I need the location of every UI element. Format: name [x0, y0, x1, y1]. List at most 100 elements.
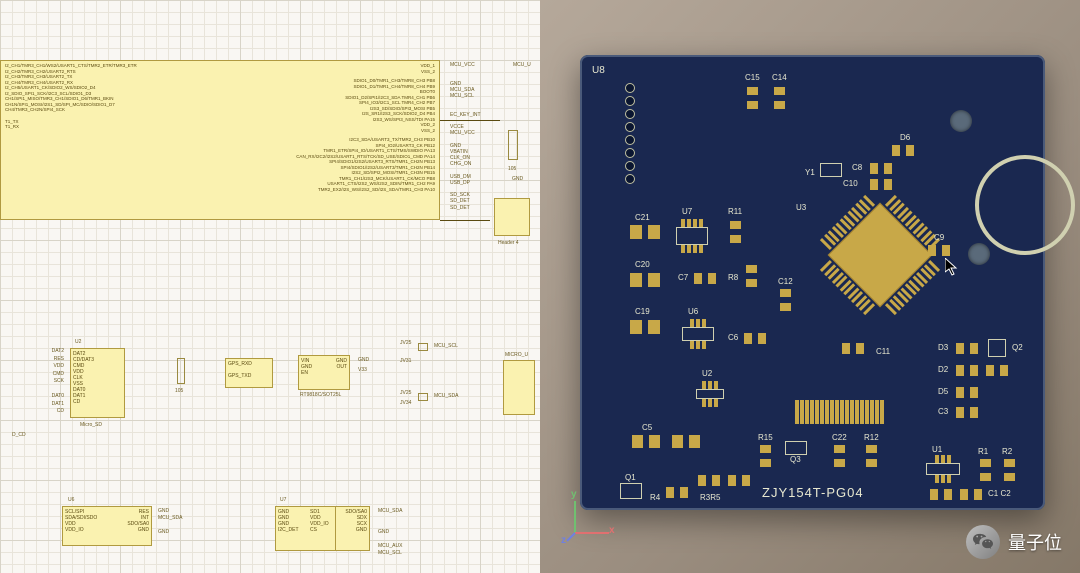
- axis-gizmo: y x z: [565, 493, 615, 543]
- schematic-sd-block[interactable]: DAT2 CD/DAT3 CMD VDD CLK VSS DAT0 DAT1 C…: [70, 348, 125, 418]
- schematic-cap-mid[interactable]: [177, 358, 185, 384]
- cap-mid-val: 105: [175, 388, 183, 394]
- schematic-u4-block[interactable]: GPS_RXD GPS_TXD: [225, 358, 273, 388]
- pcb-board[interactable]: U8 C15 C14 D6 Y1 C8 C10 C21 C20 C19: [580, 55, 1045, 510]
- schematic-mcu-block[interactable]: I2_CH1/TMR3_CH1/WS2/USART1_CTS/TMR2_ETR/…: [0, 60, 440, 220]
- silk-r1: R1: [978, 447, 988, 456]
- silk-d6: D6: [900, 133, 910, 142]
- silk-q1: Q1: [625, 473, 636, 482]
- sd-nets: DAT2 RES VDD CMD SCK DAT0 DAT1 CD: [24, 348, 64, 416]
- u3-net-gnd: GND: [358, 357, 369, 363]
- footprint-u7: [676, 219, 708, 253]
- pad-array-left: [625, 83, 635, 184]
- footprint-c19: [630, 320, 660, 334]
- footprint-r15: [760, 445, 771, 467]
- schematic-r-jv34[interactable]: [418, 393, 428, 401]
- silk-c19: C19: [635, 307, 650, 316]
- silk-c21: C21: [635, 213, 650, 222]
- silk-c15: C15: [745, 73, 760, 82]
- mcu-left-pins: I2_CH1/TMR3_CH1/WS2/USART1_CTS/TMR2_ETR/…: [5, 63, 220, 217]
- footprint-r8: [746, 265, 757, 287]
- footprint-c8: [870, 163, 892, 174]
- footprint-q2: [988, 339, 1006, 357]
- footprint-r1: [980, 459, 991, 481]
- footprint-d2b: [986, 365, 1008, 376]
- schematic-microusb-block[interactable]: [503, 360, 535, 415]
- board-ref: U8: [592, 65, 605, 76]
- footprint-c20: [630, 273, 660, 287]
- schematic-u3-block[interactable]: VIN GND EN GND OUT: [298, 355, 350, 390]
- footprint-c12: [780, 289, 791, 311]
- footprint-u2: [696, 381, 724, 407]
- footprint-u6: [682, 319, 714, 349]
- watermark: 量子位: [966, 525, 1062, 559]
- wire-1: [440, 220, 490, 221]
- silk-c9: C9: [934, 233, 944, 242]
- footprint-r4: [666, 487, 688, 498]
- watermark-text: 量子位: [1008, 529, 1062, 555]
- u3-net-v33: V33: [358, 367, 367, 373]
- footprint-d3: [956, 343, 978, 354]
- silk-c7: C7: [678, 273, 688, 282]
- pcb-3d-view-pane[interactable]: U8 C15 C14 D6 Y1 C8 C10 C21 C20 C19: [540, 0, 1080, 573]
- schematic-capacitor-c1[interactable]: [508, 130, 518, 160]
- footprint-c5b: [672, 435, 700, 448]
- silk-u2: U2: [702, 369, 712, 378]
- footprint-c9: [928, 245, 950, 256]
- silk-c22: C22: [832, 433, 847, 442]
- schematic-header-block[interactable]: [494, 198, 530, 236]
- silk-u6: U6: [688, 307, 698, 316]
- silk-u7: U7: [682, 207, 692, 216]
- microusb-title: MICRO_U: [505, 352, 528, 358]
- u7-nets: MCU_SDA GND MCU_AUX MCU_SCL: [378, 508, 402, 557]
- wire-2: [440, 120, 500, 121]
- u5-net-2: JV25: [400, 390, 411, 396]
- sd-title: Micro_SD: [80, 422, 102, 428]
- mounting-hole-1: [950, 110, 972, 132]
- silk-d5: D5: [938, 387, 948, 396]
- footprint-q3: [785, 441, 807, 455]
- schematic-u6-block[interactable]: SCL/SPI SDA/SDI/SDO VDD VDD_IO RES INT S…: [62, 506, 152, 546]
- mcu-net-labels: MCU_VCC GND MCU_SDA MCU_SCL EC_KEY_INT V…: [450, 62, 481, 211]
- footprint-c7: [694, 273, 716, 284]
- header-title: Header 4: [498, 240, 519, 246]
- u3-part: RT9818C/SOT25L: [300, 392, 341, 398]
- schematic-r-jv25[interactable]: [418, 343, 428, 351]
- footprint-c21: [630, 225, 660, 239]
- silk-c1c2: C1 C2: [988, 489, 1011, 498]
- sd-gnd-net: D_CD: [12, 432, 26, 438]
- sd-ref: U2: [75, 339, 81, 345]
- silk-c14: C14: [772, 73, 787, 82]
- footprint-q1: [620, 483, 642, 499]
- u5-net-3: JV34: [400, 400, 411, 406]
- footprint-r3: [698, 475, 720, 486]
- footprint-d5: [956, 387, 978, 398]
- footprint-cbl2: [960, 489, 982, 500]
- silk-r11: R11: [728, 207, 742, 216]
- silk-d2: D2: [938, 365, 948, 374]
- footprint-c22: [834, 445, 845, 467]
- silk-r15: R15: [758, 433, 773, 442]
- mcu-right-pins: VDD_1 VSS_2 SDIO1_D0/TMR1_CH3/TMR8_CH3 P…: [220, 63, 435, 217]
- silk-c10: C10: [843, 179, 858, 188]
- wechat-logo-icon: [966, 525, 1000, 559]
- cap-value: 105: [508, 166, 516, 172]
- footprint-c6: [744, 333, 766, 344]
- schematic-editor-pane[interactable]: I2_CH1/TMR3_CH1/WS2/USART1_CTS/TMR2_ETR/…: [0, 0, 540, 573]
- silk-r2: R2: [1002, 447, 1012, 456]
- silk-u3: U3: [796, 203, 806, 212]
- footprint-r12: [866, 445, 877, 467]
- footprint-y1: [820, 163, 842, 177]
- silk-c20: C20: [635, 260, 650, 269]
- silk-r4: R4: [650, 493, 660, 502]
- u6-nets: GND MCU_SDA GND: [158, 508, 182, 536]
- footprint-c3: [956, 407, 978, 418]
- silk-y1: Y1: [805, 168, 815, 177]
- pcb-silkscreen-title: ZJY154T-PG04: [762, 485, 864, 500]
- pcb-outline-circle: [975, 155, 1075, 255]
- footprint-lcd-connector: [795, 400, 884, 424]
- silk-c12: C12: [778, 277, 793, 286]
- u5-net-scl: MCU_SCL: [434, 343, 458, 349]
- silk-d3: D3: [938, 343, 948, 352]
- footprint-c11: [842, 343, 864, 354]
